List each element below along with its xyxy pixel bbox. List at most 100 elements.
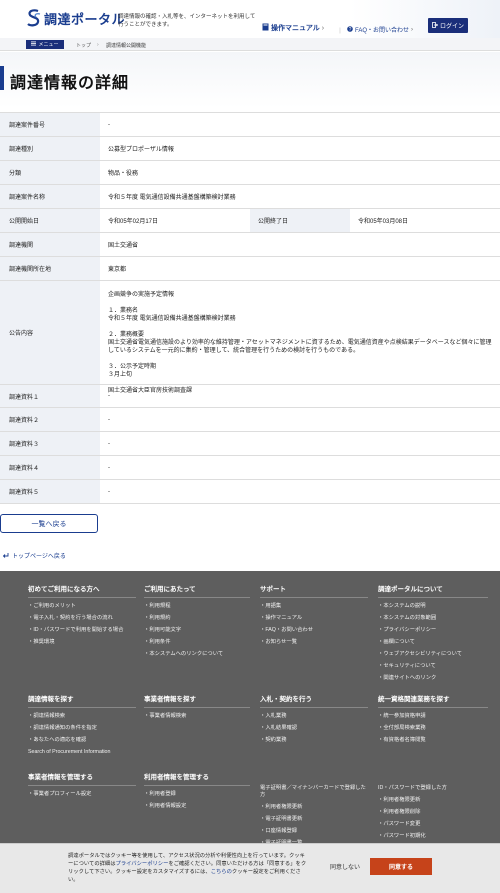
footer-link[interactable]: ご利用のメリット	[28, 603, 136, 610]
footer-link[interactable]: 調達情報通知の条件を指定	[28, 725, 136, 732]
row-label: 調達資料２	[0, 408, 100, 431]
footer-subheading: 電子証明書／マイナンバーカードで登録した方	[260, 785, 366, 798]
footer-link[interactable]: ウェブアクセシビリティについて	[378, 651, 488, 658]
footer-link[interactable]: 事業者プロフィール設定	[28, 791, 136, 798]
footer-divider	[260, 707, 368, 708]
footer-link[interactable]: セキュリティについて	[378, 663, 488, 670]
faq-link[interactable]: ? FAQ・お問い合わせ ›	[347, 25, 413, 34]
footer-link[interactable]: 関連サイトへのリンク	[378, 675, 488, 682]
menu-button[interactable]: メニュー	[26, 40, 64, 49]
footer-heading: 事業者情報を管理する	[28, 774, 93, 781]
logo-icon	[27, 9, 41, 27]
footer-link[interactable]: 入札結果確認	[260, 725, 368, 732]
row-label: 分類	[0, 161, 100, 184]
footer-col-search-procurement: 調達情報を探す 調達情報検索 調達情報通知の条件を指定 あなたへの適応を確認 S…	[28, 693, 136, 761]
footer-heading: 事業者情報を探す	[144, 696, 196, 703]
login-button[interactable]: ログイン	[428, 18, 468, 33]
footer-link[interactable]: 全付部局検索業務	[378, 725, 488, 732]
table-row: 調達資料２ -	[0, 408, 500, 432]
cookie-settings-link[interactable]: こちらの	[211, 869, 232, 875]
footer-link[interactable]: 本システムの対象範囲	[378, 615, 488, 622]
footer-link[interactable]: 利用者情報設定	[144, 803, 250, 810]
footer-link[interactable]: パスワード変更	[378, 821, 488, 828]
footer-link[interactable]: 契約業務	[260, 737, 368, 744]
footer-link[interactable]: 利用可能文字	[144, 627, 250, 634]
footer-link[interactable]: 入札業務	[260, 713, 368, 720]
row-value: -	[108, 416, 110, 423]
row-value: -	[108, 393, 110, 399]
row-label: 公開開始日	[0, 209, 100, 232]
logo-text: 調達ポータル	[44, 11, 126, 27]
breadcrumb-current: 調達情報公開機能	[106, 43, 147, 49]
footer-divider	[28, 707, 136, 708]
footer-link[interactable]: あなたへの適応を確認	[28, 737, 136, 744]
table-row: 調達案件名称 令和５年度 電気通信設備共通基盤構築検討業務	[0, 185, 500, 209]
footer-heading[interactable]: 調達ポータルについて	[378, 583, 488, 593]
footer-link[interactable]: 調達情報検索	[28, 713, 136, 720]
table-row: 調達種別 公募型プロポーザル情報	[0, 137, 500, 161]
row-value: -	[108, 121, 110, 128]
footer-link[interactable]: 用語集	[260, 603, 368, 610]
privacy-policy-link[interactable]: プライバシーポリシー	[116, 861, 169, 867]
footer-heading: 調達情報を探す	[28, 696, 74, 703]
announcement-line: ３．公示予定時期	[108, 364, 157, 370]
footer-heading[interactable]: ご利用にあたって	[144, 583, 250, 593]
breadcrumb-top[interactable]: トップ	[76, 42, 91, 49]
announcement-content: 企画競争の実施予定情報 １．業務名 令和５年度 電気通信設備共通基盤構築検討業務…	[100, 281, 500, 394]
footer-link[interactable]: 操作マニュアル	[260, 615, 368, 622]
footer-link[interactable]: 画欄について	[378, 639, 488, 646]
table-row: 分類 物品・役務	[0, 161, 500, 185]
footer-col-first-time: 初めてご利用になる方へ ご利用のメリット 電子入札・契約を行う場合の流れ ID・…	[28, 583, 136, 651]
site-logo[interactable]: 調達ポータル	[26, 8, 125, 28]
table-row: 公開開始日 令和05年02月17日 公開終了日 令和05年03月08日	[0, 209, 500, 233]
row-label: 調達案件番号	[0, 113, 100, 136]
footer-link[interactable]: 推奨環境	[28, 639, 136, 646]
table-row: 調達資料１ -	[0, 385, 500, 408]
footer-link[interactable]: お知らせ一覧	[260, 639, 368, 646]
decline-button[interactable]: 同意しない	[330, 862, 360, 871]
footer-link[interactable]: 電子入札・契約を行う場合の流れ	[28, 615, 136, 622]
row-value: 東京都	[108, 267, 127, 273]
footer-divider	[378, 707, 488, 708]
manual-label: 操作マニュアル	[271, 25, 320, 32]
back-to-list-button[interactable]: 一覧へ戻る	[0, 514, 98, 533]
footer-link[interactable]: 利用者登録	[144, 791, 250, 798]
breadcrumb-separator: ›	[97, 42, 99, 48]
back-to-top-link[interactable]: トップページへ戻る	[2, 551, 66, 560]
footer-col-manage-business: 事業者情報を管理する 事業者プロフィール設定	[28, 771, 136, 803]
footer-link[interactable]: Search of Procurement Information	[28, 749, 136, 756]
header-divider: ｜	[337, 29, 344, 35]
cookie-message: 調達ポータルではクッキー等を使用して、アクセス状況の分析や利便性向上を行っていま…	[68, 852, 308, 884]
footer-link[interactable]: 利用規約	[144, 615, 250, 622]
page-title: 調達情報の詳細	[10, 75, 130, 92]
detail-table: 調達案件番号 - 調達種別 公募型プロポーザル情報 分類 物品・役務 調達案件名…	[0, 112, 500, 504]
manual-link[interactable]: 操作マニュアル ›	[262, 23, 324, 33]
footer-link[interactable]: 利用規程	[144, 603, 250, 610]
footer-link[interactable]: プライバシーポリシー	[378, 627, 488, 634]
footer-link[interactable]: 本システムへのリンクについて	[144, 651, 250, 658]
footer-link[interactable]: 利用者権限更新	[378, 797, 488, 804]
footer-link[interactable]: 利用者権限削除	[378, 809, 488, 816]
footer-col-manage-user: 利用者情報を管理する 利用者登録 利用者情報設定	[144, 771, 250, 815]
footer-link[interactable]: 統一参加資格申請	[378, 713, 488, 720]
footer-heading[interactable]: 初めてご利用になる方へ	[28, 583, 136, 593]
row-label: 調達資料３	[0, 432, 100, 455]
footer-link[interactable]: 事業者情報検索	[144, 713, 250, 720]
footer-divider	[28, 785, 136, 786]
announcement-line: １．業務名	[108, 308, 139, 314]
footer-link[interactable]: 利用条件	[144, 639, 250, 646]
table-row: 調達資料５ -	[0, 480, 500, 504]
footer-link[interactable]: 有資格者名簿閲覧	[378, 737, 488, 744]
agree-button[interactable]: 同意する	[370, 858, 432, 875]
footer-link[interactable]: ID・パスワードで利用を開始する場合	[28, 627, 136, 634]
footer-link[interactable]: 口座情報登録	[260, 828, 368, 835]
table-row: 調達機関 国土交通省	[0, 233, 500, 257]
footer-link[interactable]: 利用者権限更新	[260, 804, 368, 811]
footer-link[interactable]: 電子証明書更新	[260, 816, 368, 823]
footer-link[interactable]: パスワード初期化	[378, 833, 488, 840]
footer-col-about: 調達ポータルについて 本システムの説明 本システムの対象範囲 プライバシーポリシ…	[378, 583, 488, 687]
footer-link[interactable]: 本システムの説明	[378, 603, 488, 610]
footer-divider	[144, 707, 250, 708]
footer-col-qualification: 統一資格関連業務を探す 統一参加資格申請 全付部局検索業務 有資格者名簿閲覧	[378, 693, 488, 749]
footer-link[interactable]: FAQ・お問い合わせ	[260, 627, 368, 634]
